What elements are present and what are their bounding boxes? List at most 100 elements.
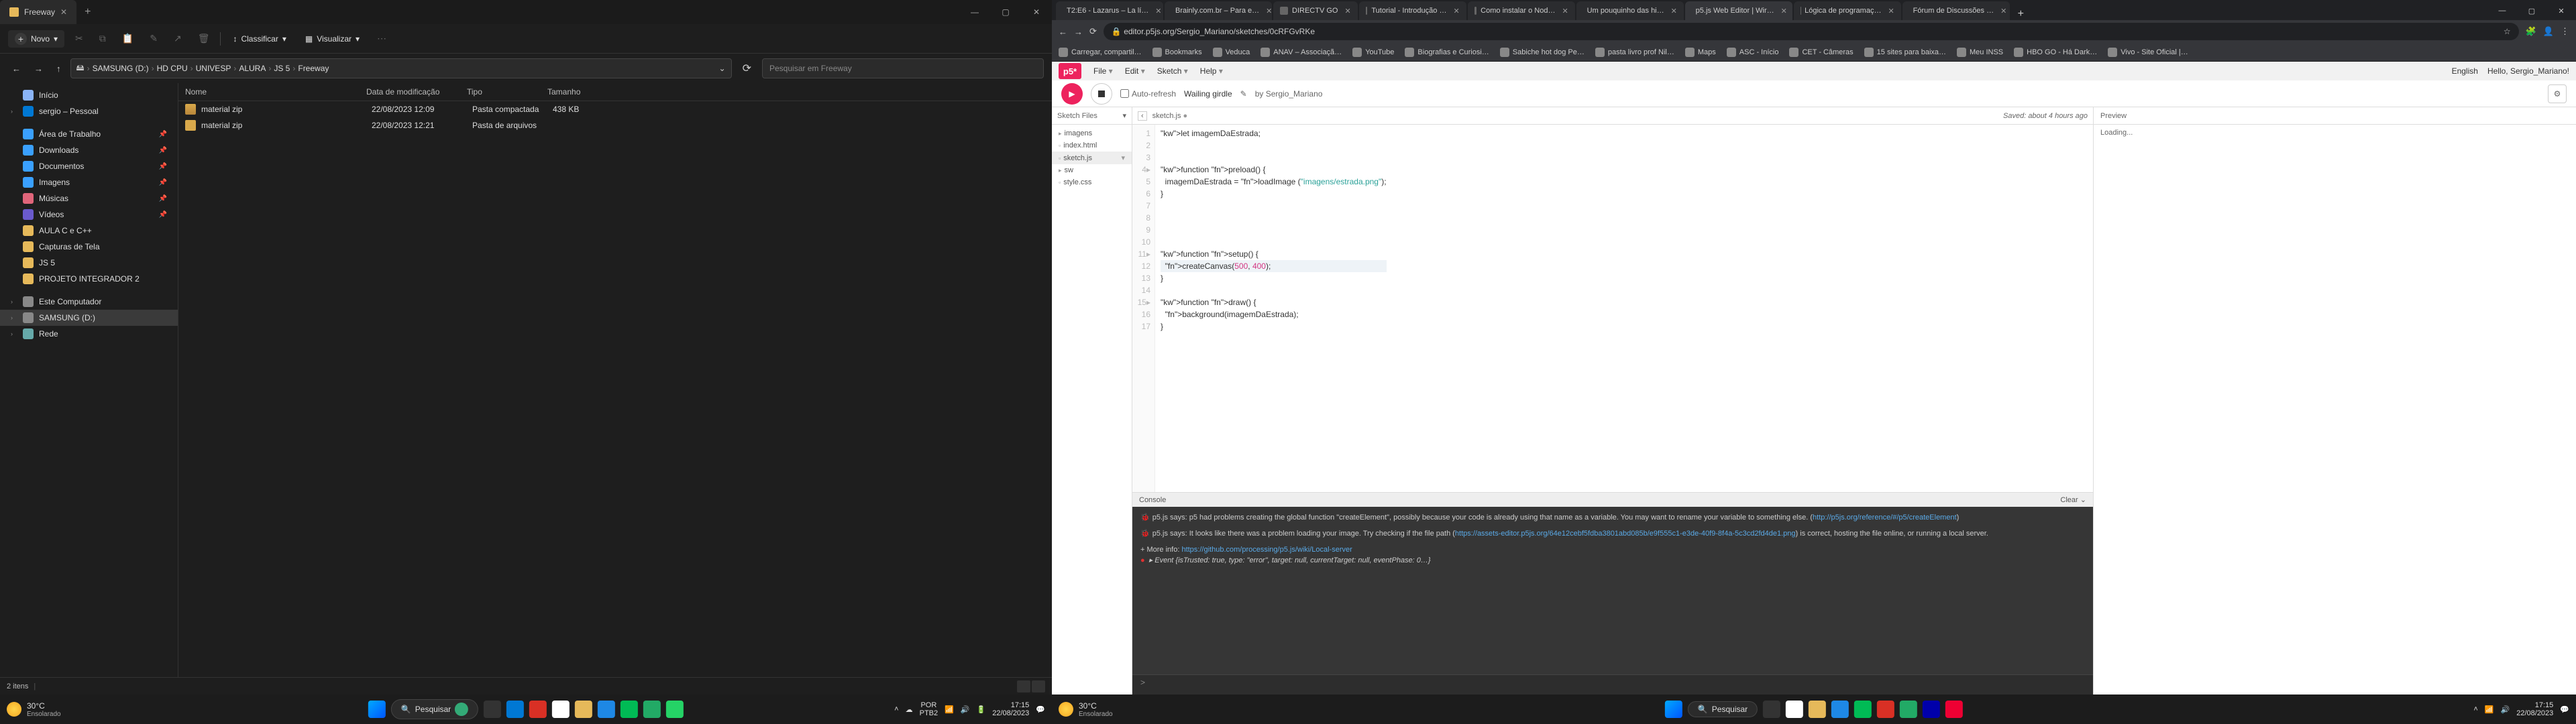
back-button[interactable]: ← <box>8 61 25 76</box>
bookmark-item[interactable]: Sabiche hot dog Pe… <box>1500 48 1585 57</box>
maximize-button[interactable]: ▢ <box>990 0 1021 24</box>
pencil-icon[interactable]: ✎ <box>1240 89 1247 99</box>
tray-chevron-icon[interactable]: ˄ <box>2473 705 2477 713</box>
notifications-icon[interactable]: 💬 <box>2560 705 2569 714</box>
folder-app-icon[interactable] <box>575 701 592 718</box>
address-bar[interactable]: 🔒 editor.p5js.org/Sergio_Mariano/sketche… <box>1104 23 2519 40</box>
sidebar-downloads[interactable]: Downloads📌 <box>0 142 178 158</box>
bookmark-item[interactable]: Carregar, compartil… <box>1059 48 1142 57</box>
p5-logo[interactable]: p5* <box>1059 63 1081 79</box>
sidebar-thispc[interactable]: ›Este Computador <box>0 294 178 310</box>
start-button[interactable] <box>1665 701 1682 718</box>
new-button[interactable]: + Novo ▾ <box>8 30 64 48</box>
clock[interactable]: 17:15 22/08/2023 <box>992 701 1029 717</box>
file-item[interactable]: ▫style.css <box>1052 176 1132 188</box>
bookmark-item[interactable]: YouTube <box>1352 48 1394 57</box>
console-link[interactable]: https://github.com/processing/p5.js/wiki… <box>1181 546 1352 554</box>
weather-widget[interactable]: 30°C Ensolarado <box>7 701 61 718</box>
collapse-files-icon[interactable]: ‹ <box>1138 111 1147 121</box>
forward-button[interactable]: → <box>30 61 47 76</box>
taskbar-search[interactable]: 🔍 Pesquisar <box>1688 701 1758 717</box>
volume-icon[interactable]: 🔊 <box>961 705 970 714</box>
maximize-button[interactable]: ▢ <box>2517 1 2546 20</box>
code-editor[interactable]: 1 2 3 4▸ 5 6 7 8 9 10 11▸ 12 13 14 15▸ 1… <box>1132 125 2093 492</box>
minimize-button[interactable]: — <box>959 0 990 24</box>
new-tab-button[interactable]: + <box>76 6 99 18</box>
app-icon[interactable] <box>1854 701 1872 718</box>
menu-help[interactable]: Help <box>1200 66 1223 76</box>
minimize-button[interactable]: — <box>2487 1 2517 20</box>
crumb-seg[interactable]: SAMSUNG (D:) <box>93 64 149 73</box>
close-tab-icon[interactable]: ✕ <box>1562 7 1568 15</box>
breadcrumb[interactable]: 🖴 ›SAMSUNG (D:) ›HD CPU ›UNIVESP ›ALURA … <box>70 58 732 78</box>
bookmark-item[interactable]: Biografias e Curiosi… <box>1405 48 1489 57</box>
paste-icon[interactable]: 📋 <box>117 30 139 47</box>
file-item-active[interactable]: ▫sketch.js▾ <box>1052 152 1132 164</box>
copy-icon[interactable]: ⧉ <box>94 30 111 47</box>
notifications-icon[interactable]: 💬 <box>1036 705 1045 714</box>
close-window-button[interactable]: ✕ <box>2546 1 2576 20</box>
app-icon[interactable] <box>1900 701 1917 718</box>
user-menu[interactable]: Hello, Sergio_Mariano! <box>2487 66 2569 76</box>
chrome-icon[interactable] <box>1786 701 1803 718</box>
console-link[interactable]: http://p5js.org/reference/#/p5/createEle… <box>1813 514 1957 522</box>
file-row[interactable]: material zip 22/08/2023 12:09 Pasta comp… <box>178 101 1052 117</box>
file-menu-icon[interactable]: ▾ <box>1121 154 1125 162</box>
edge-icon[interactable] <box>598 701 615 718</box>
close-tab-icon[interactable]: ✕ <box>1453 7 1459 15</box>
profile-icon[interactable]: 👤 <box>2543 26 2554 37</box>
browser-tab[interactable]: Brainly.com.br – Para e…✕ <box>1165 1 1272 20</box>
crumb-seg[interactable]: HD CPU <box>157 64 188 73</box>
column-headers[interactable]: Nome Data de modificação Tipo Tamanho <box>178 83 1052 101</box>
file-row[interactable]: material zip 22/08/2023 12:21 Pasta de a… <box>178 117 1052 133</box>
chrome-icon[interactable] <box>552 701 570 718</box>
play-button[interactable]: ▶ <box>1061 83 1083 105</box>
close-tab-icon[interactable]: ✕ <box>1888 7 1894 15</box>
bookmark-item[interactable]: Vivo - Site Oficial |… <box>2108 48 2188 57</box>
sidebar-documents[interactable]: Documentos📌 <box>0 158 178 174</box>
browser-tab[interactable]: p5.js Web Editor | Wir…✕ <box>1685 1 1792 20</box>
pdf-icon[interactable] <box>529 701 547 718</box>
bookmark-item[interactable]: CET - Câmeras <box>1789 48 1853 57</box>
app-icon[interactable] <box>1877 701 1894 718</box>
bookmark-item[interactable]: Meu INSS <box>1957 48 2003 57</box>
rename-icon[interactable]: ✎ <box>144 30 163 47</box>
volume-icon[interactable]: 🔊 <box>2501 705 2510 714</box>
sort-button[interactable]: ↕ Classificar ▾ <box>226 32 292 46</box>
close-tab-icon[interactable]: ✕ <box>1266 7 1272 15</box>
reload-button[interactable]: ⟳ <box>1089 26 1097 37</box>
sidebar-videos[interactable]: Vídeos📌 <box>0 206 178 223</box>
bookmark-item[interactable]: pasta livro prof Nil… <box>1595 48 1674 57</box>
browser-tab[interactable]: Como instalar o Nod…✕ <box>1468 1 1575 20</box>
more-icon[interactable]: ⋯ <box>372 30 392 47</box>
bookmark-item[interactable]: Maps <box>1685 48 1716 57</box>
clear-console-button[interactable]: Clear ⌄ <box>2060 495 2086 504</box>
taskview-icon[interactable] <box>1763 701 1780 718</box>
chevron-down-icon[interactable]: ⌄ <box>719 64 726 73</box>
console-output[interactable]: 🐞p5.js says: p5 had problems creating th… <box>1132 507 2093 674</box>
menu-sketch[interactable]: Sketch <box>1157 66 1188 76</box>
file-item[interactable]: ▸imagens <box>1052 127 1132 139</box>
close-tab-icon[interactable]: ✕ <box>60 7 67 17</box>
edge-icon[interactable] <box>1831 701 1849 718</box>
close-tab-icon[interactable]: ✕ <box>1781 7 1787 15</box>
sidebar-pictures[interactable]: Imagens📌 <box>0 174 178 190</box>
bookmark-item[interactable]: Bookmarks <box>1152 48 1202 57</box>
icons-view-button[interactable] <box>1032 680 1045 692</box>
taskbar-search[interactable]: 🔍 Pesquisar <box>391 699 478 719</box>
tray-chevron-icon[interactable]: ˄ <box>894 705 898 713</box>
stop-button[interactable] <box>1091 83 1112 105</box>
bookmark-item[interactable]: HBO GO - Há Dark… <box>2014 48 2097 57</box>
sidebar-network[interactable]: ›Rede <box>0 326 178 342</box>
explorer-icon[interactable] <box>506 701 524 718</box>
sidebar-onedrive[interactable]: ›sergio – Pessoal <box>0 103 178 119</box>
crumb-seg[interactable]: ALURA <box>239 64 266 73</box>
close-tab-icon[interactable]: ✕ <box>1344 7 1350 15</box>
taskview-icon[interactable] <box>484 701 501 718</box>
sidebar-aula[interactable]: AULA C e C++ <box>0 223 178 239</box>
share-icon[interactable]: ↗ <box>168 30 187 47</box>
sidebar-projeto[interactable]: PROJETO INTEGRADOR 2 <box>0 271 178 287</box>
file-item[interactable]: ▫index.html <box>1052 139 1132 152</box>
close-tab-icon[interactable]: ✕ <box>2000 7 2006 15</box>
console-input[interactable]: > <box>1132 674 2093 695</box>
